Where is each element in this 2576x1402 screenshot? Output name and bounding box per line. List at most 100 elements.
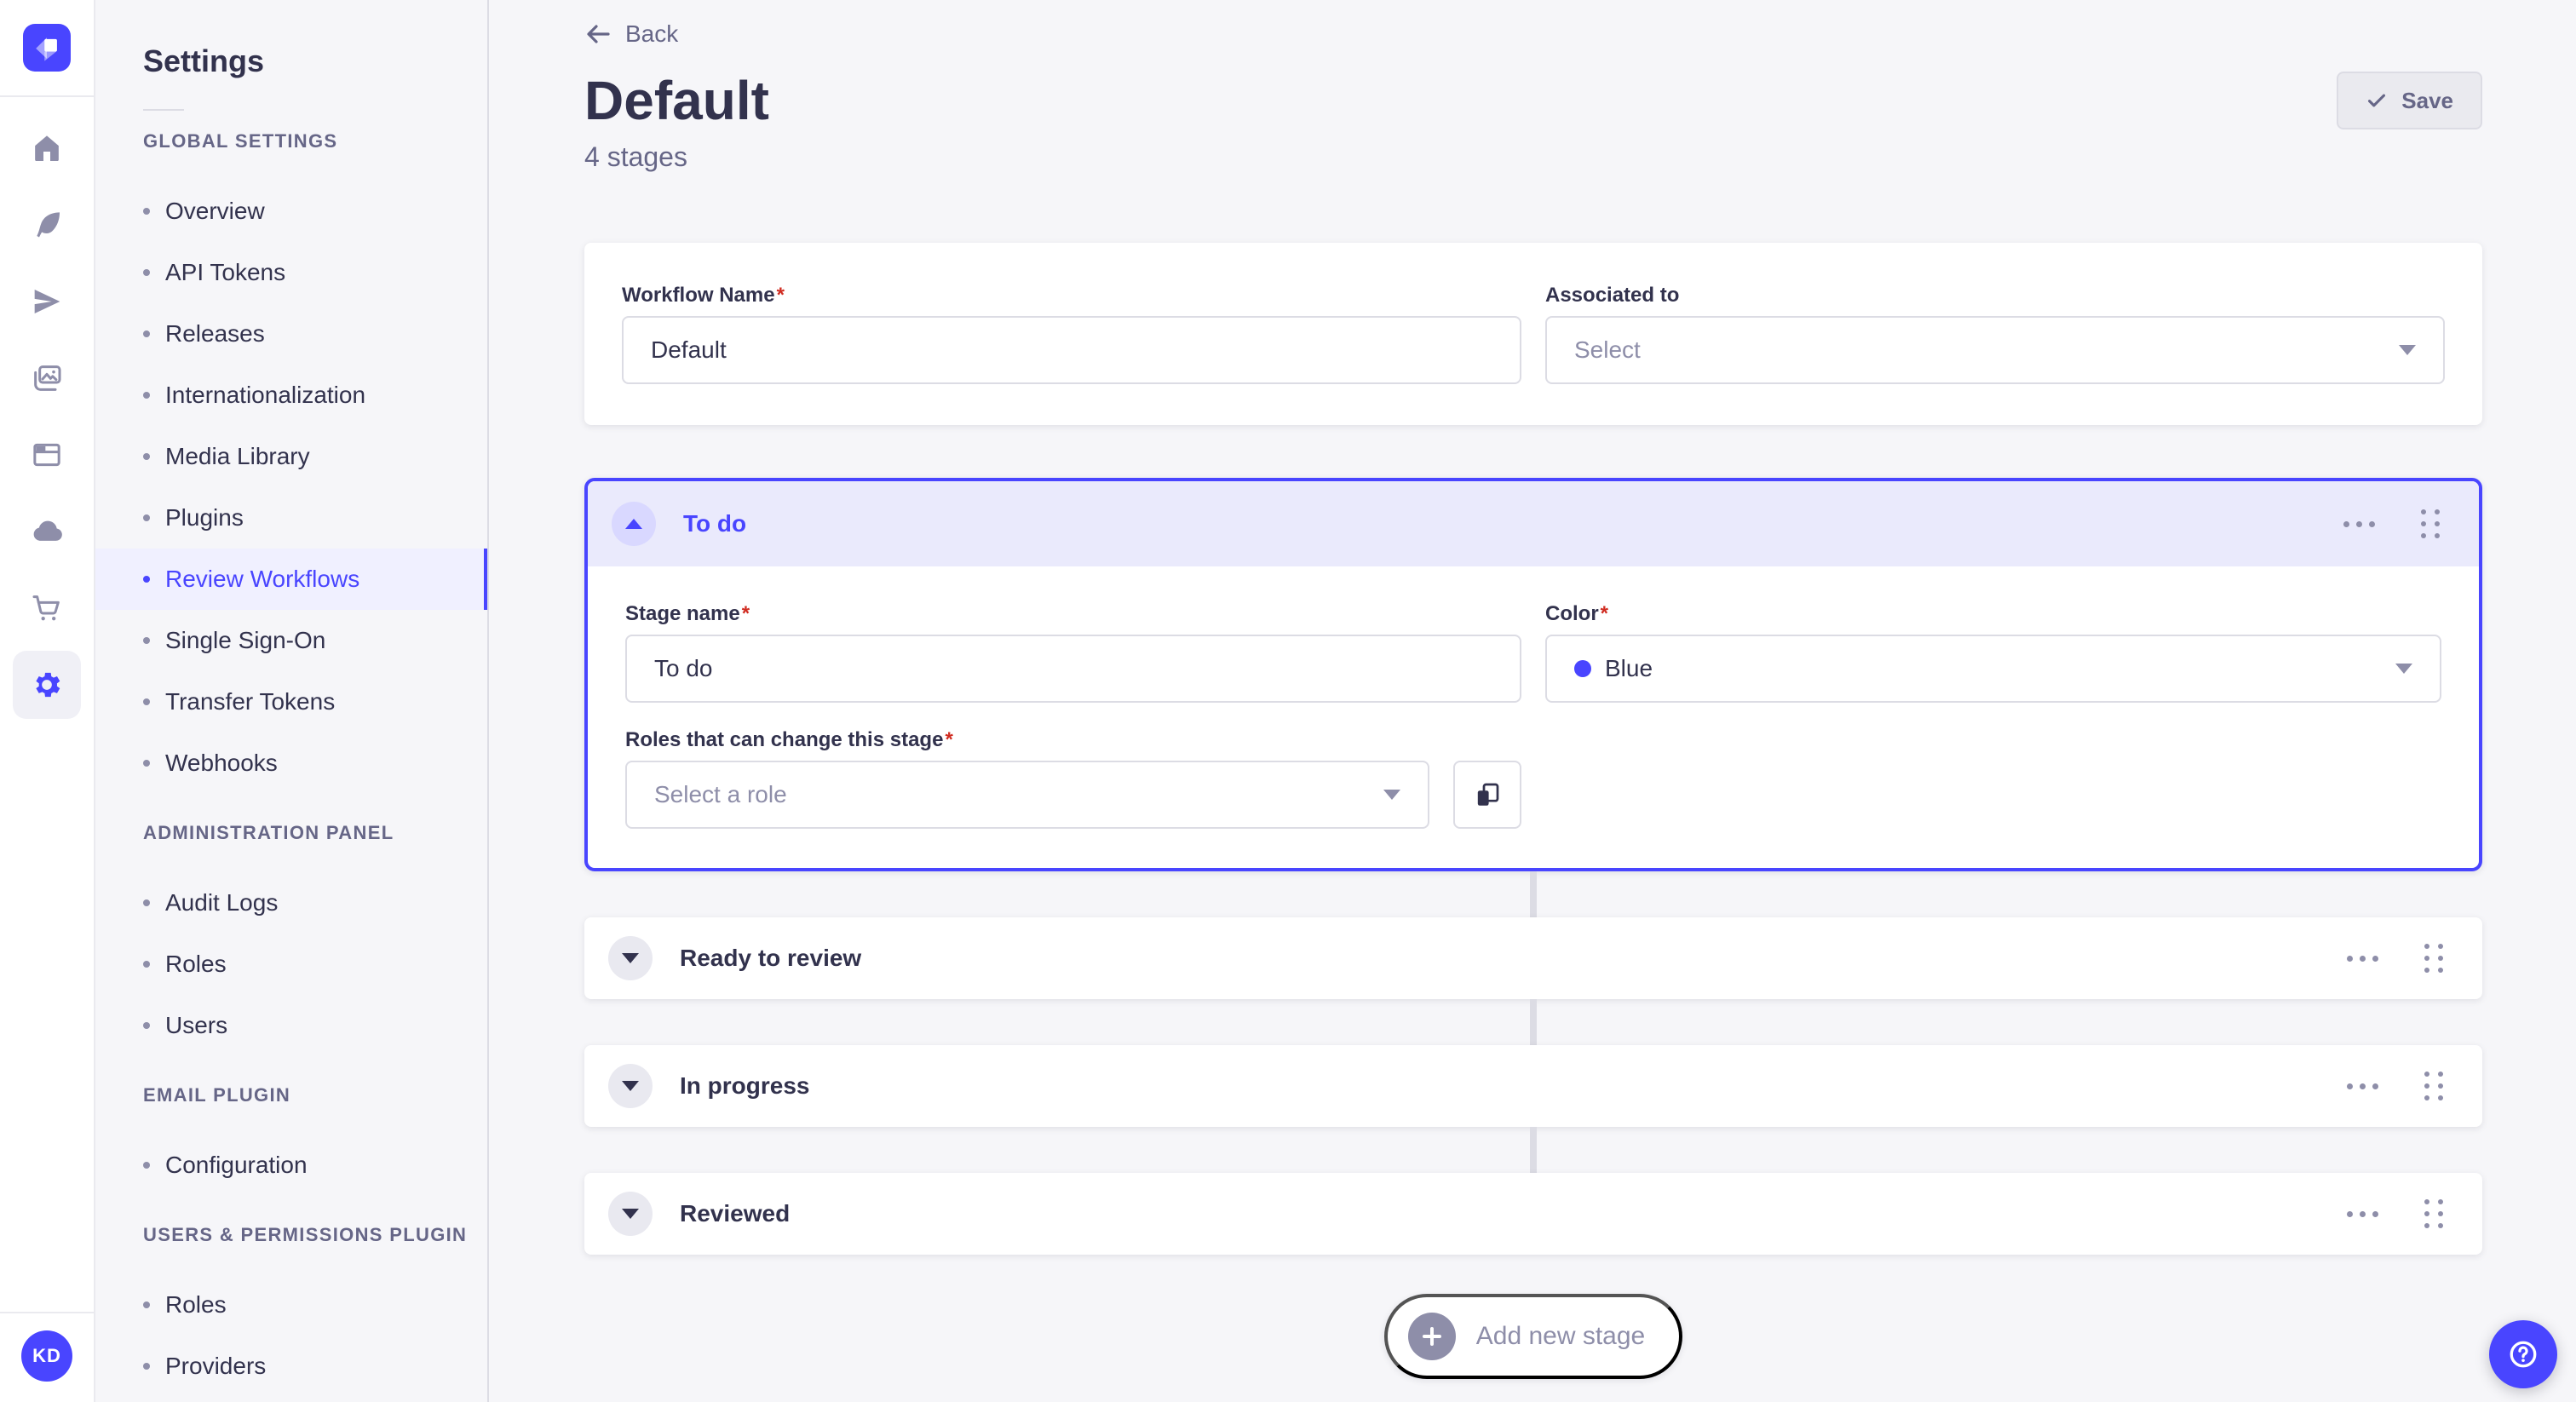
stage-card-to-do: To do Stage name* Color* Blue (584, 478, 2482, 871)
chevron-down-icon (622, 1081, 639, 1091)
sidebar-item-webhooks[interactable]: Webhooks (95, 733, 487, 794)
sidebar-item-email-configuration[interactable]: Configuration (95, 1135, 487, 1196)
stage-roles-select[interactable]: Select a role (625, 761, 1429, 829)
stage-options-menu-icon[interactable] (2347, 1204, 2378, 1224)
stage-options-menu-icon[interactable] (2347, 949, 2378, 968)
expand-stage-button[interactable] (608, 936, 653, 980)
bullet-icon (143, 514, 150, 521)
stage-title: To do (683, 510, 747, 537)
check-icon (2368, 94, 2386, 107)
sidebar-item-transfer-tokens[interactable]: Transfer Tokens (95, 671, 487, 733)
chevron-down-icon (622, 1209, 639, 1219)
stage-card-ready-to-review[interactable]: Ready to review (584, 917, 2482, 999)
sidebar-item-media-library[interactable]: Media Library (95, 426, 487, 487)
bullet-icon (143, 453, 150, 460)
stage-title: Ready to review (680, 945, 862, 971)
content-manager-icon[interactable] (13, 421, 81, 489)
home-icon[interactable] (13, 114, 81, 182)
subnav-divider (143, 109, 184, 111)
associated-to-select[interactable]: Select (1545, 316, 2445, 384)
help-button[interactable] (2489, 1320, 2557, 1388)
sidebar-item-review-workflows[interactable]: Review Workflows (95, 549, 487, 610)
sidebar-item-admin-roles[interactable]: Roles (95, 934, 487, 995)
sidebar-item-plugins[interactable]: Plugins (95, 487, 487, 549)
page-title: Default (584, 70, 769, 131)
bullet-icon (143, 1301, 150, 1308)
bullet-icon (143, 637, 150, 644)
stage-card-reviewed[interactable]: Reviewed (584, 1173, 2482, 1255)
drag-handle-icon[interactable] (2419, 939, 2448, 978)
associated-to-label: Associated to (1545, 284, 1680, 307)
stage-card-in-progress[interactable]: In progress (584, 1045, 2482, 1127)
sidebar-item-releases[interactable]: Releases (95, 303, 487, 365)
stage-header-to-do[interactable]: To do (588, 481, 2479, 566)
stage-options-menu-icon[interactable] (2347, 1077, 2378, 1096)
marketplace-cart-icon[interactable] (13, 574, 81, 642)
collapse-stage-button[interactable] (612, 502, 656, 546)
chevron-down-icon (1383, 790, 1400, 800)
back-arrow-icon (587, 25, 610, 43)
duplicate-stage-button[interactable] (1453, 761, 1521, 829)
cloud-icon[interactable] (13, 497, 81, 566)
stage-color-label: Color * (1545, 602, 1609, 625)
question-mark-icon (2510, 1341, 2537, 1368)
sidebar-item-api-tokens[interactable]: API Tokens (95, 242, 487, 303)
workflow-name-label: Workflow Name * (622, 284, 785, 307)
add-new-stage-button[interactable]: Add new stage (1383, 1294, 1683, 1379)
associated-to-field: Associated to Select (1545, 284, 2445, 384)
duplicate-icon (1477, 783, 1499, 806)
bullet-icon (143, 760, 150, 767)
stage-color-field: Color * Blue (1545, 602, 2441, 703)
stage-name-input[interactable] (625, 635, 1521, 703)
sidebar-item-audit-logs[interactable]: Audit Logs (95, 872, 487, 934)
chevron-down-icon (2399, 345, 2416, 355)
stage-roles-field: Roles that can change this stage * Select… (625, 728, 1521, 829)
deploy-icon[interactable] (13, 267, 81, 336)
stage-connector (1530, 999, 1537, 1045)
drag-handle-icon[interactable] (2419, 1194, 2448, 1233)
sidebar-item-up-roles[interactable]: Roles (95, 1274, 487, 1336)
bullet-icon (143, 1363, 150, 1370)
media-library-icon[interactable] (13, 344, 81, 412)
section-label-global-settings: GLOBAL SETTINGS (143, 130, 338, 152)
sidebar-item-single-sign-on[interactable]: Single Sign-On (95, 610, 487, 671)
main-nav-rail: KD (0, 0, 95, 1402)
plus-icon (1407, 1313, 1456, 1360)
content-type-builder-icon[interactable] (13, 191, 81, 259)
stage-title: In progress (680, 1072, 810, 1099)
expand-stage-button[interactable] (608, 1192, 653, 1236)
stage-connector (1530, 871, 1537, 917)
drag-handle-icon[interactable] (2416, 504, 2445, 543)
section-label-email-plugin: EMAIL PLUGIN (143, 1084, 291, 1106)
bullet-icon (143, 698, 150, 705)
workflow-name-field: Workflow Name * (622, 284, 1521, 384)
workflow-name-input[interactable] (622, 316, 1521, 384)
chevron-down-icon (2395, 664, 2412, 674)
color-swatch-blue (1574, 660, 1591, 677)
stage-title: Reviewed (680, 1200, 791, 1227)
rail-divider (0, 95, 95, 97)
bullet-icon (143, 330, 150, 337)
bullet-icon (143, 1162, 150, 1169)
save-button[interactable]: Save (2337, 72, 2482, 129)
section-label-administration-panel: ADMINISTRATION PANEL (143, 822, 394, 843)
sidebar-item-internationalization[interactable]: Internationalization (95, 365, 487, 426)
stage-color-select[interactable]: Blue (1545, 635, 2441, 703)
strapi-logo[interactable] (23, 24, 71, 72)
bullet-icon (143, 1022, 150, 1029)
app-window: KD Settings GLOBAL SETTINGS Overview API… (0, 0, 2576, 1402)
settings-gear-icon[interactable] (13, 651, 81, 719)
chevron-down-icon (622, 953, 639, 963)
expand-stage-button[interactable] (608, 1064, 653, 1108)
strapi-logo-icon (36, 37, 57, 61)
section-label-users-permissions-plugin: USERS & PERMISSIONS PLUGIN (143, 1224, 468, 1245)
sidebar-item-up-providers[interactable]: Providers (95, 1336, 487, 1397)
stage-options-menu-icon[interactable] (2343, 514, 2375, 534)
back-link[interactable]: Back (584, 20, 678, 48)
drag-handle-icon[interactable] (2419, 1066, 2448, 1106)
subnav-title: Settings (143, 43, 265, 78)
sidebar-item-users[interactable]: Users (95, 995, 487, 1056)
sidebar-item-overview[interactable]: Overview (95, 181, 487, 242)
bullet-icon (143, 899, 150, 906)
user-avatar[interactable]: KD (21, 1330, 72, 1382)
